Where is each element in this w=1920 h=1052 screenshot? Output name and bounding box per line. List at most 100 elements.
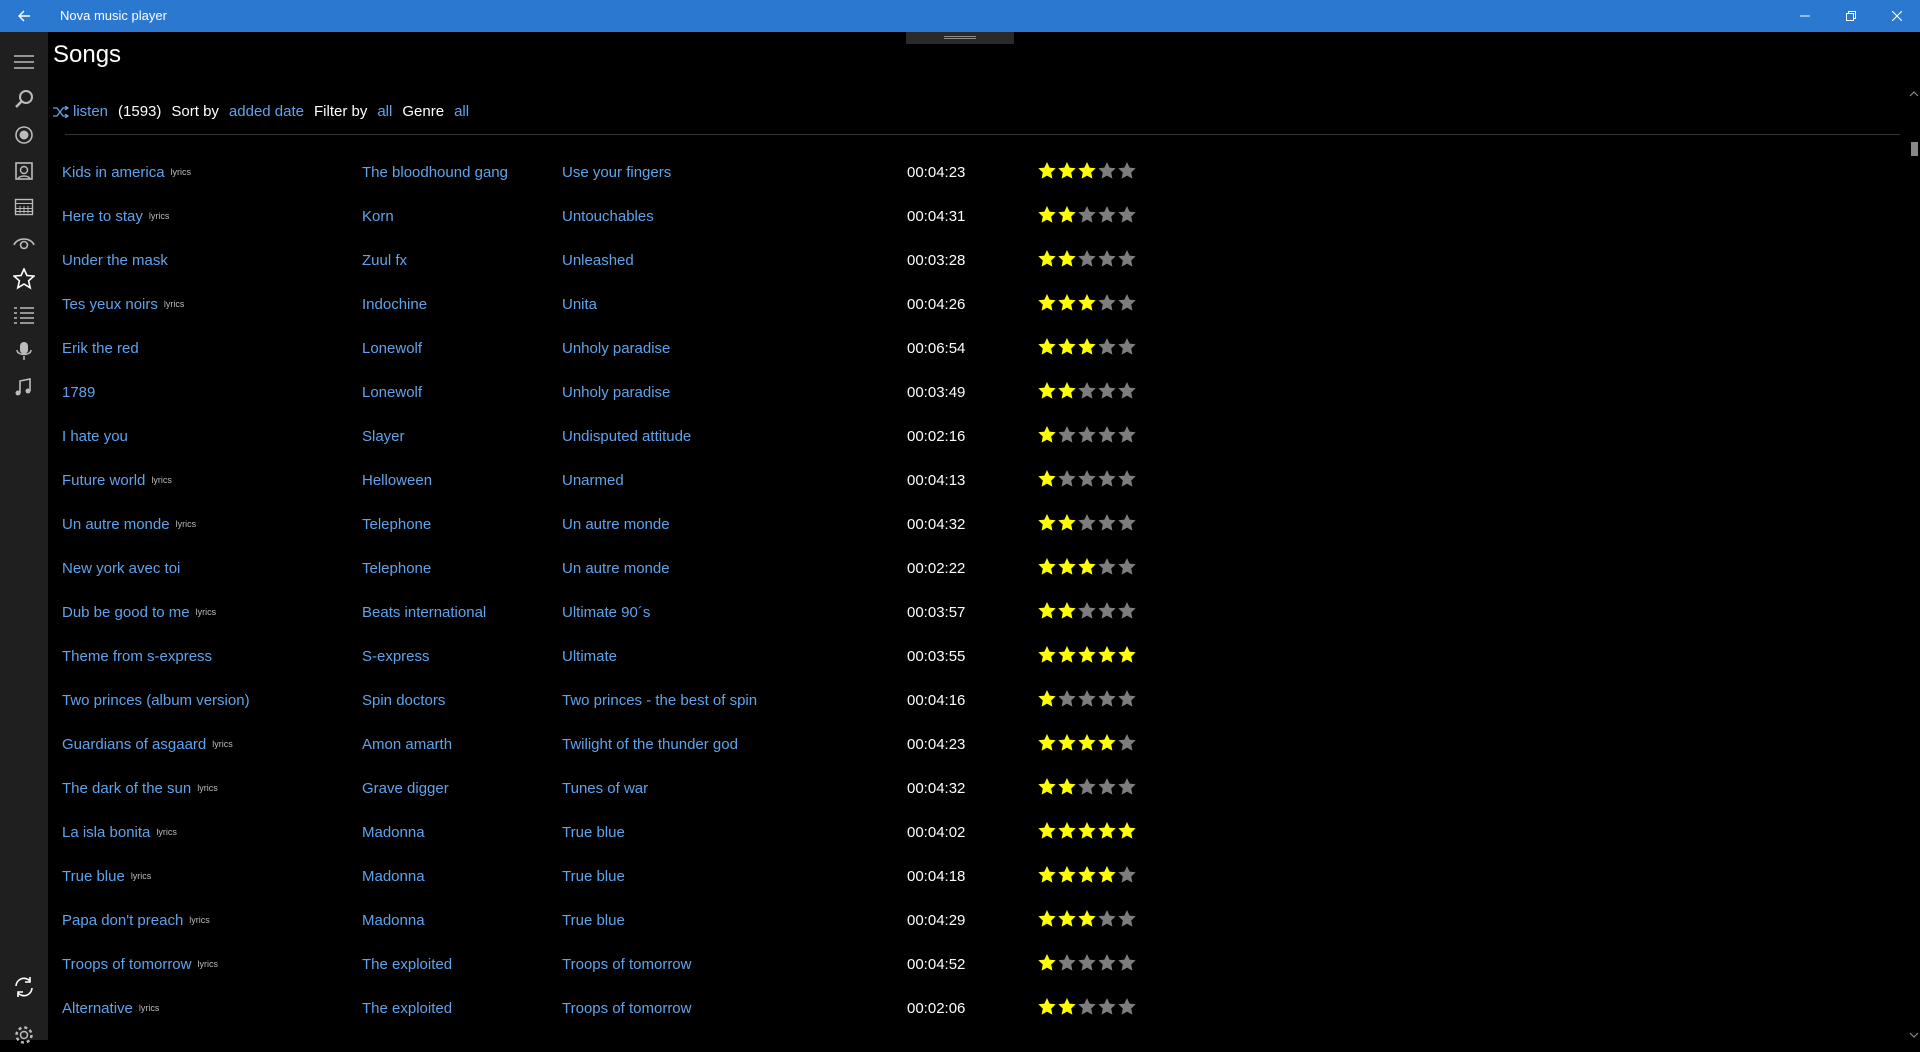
rating-stars[interactable] [1037,777,1137,801]
star-filled-icon[interactable] [1057,601,1077,621]
song-title-cell[interactable]: Troops of tomorrow lyrics [62,956,218,973]
star-empty-icon[interactable] [1097,601,1117,621]
star-filled-icon[interactable] [1037,513,1057,533]
song-row[interactable]: Papa don't preach lyrics Madonna True blue 0… [48,900,1908,944]
song-artist[interactable]: Grave digger [362,780,449,797]
star-empty-icon[interactable] [1097,909,1117,929]
song-row[interactable]: Dub be good to me lyrics Beats internation… [48,592,1908,636]
star-empty-icon[interactable] [1077,513,1097,533]
scroll-down-icon[interactable] [1908,1031,1920,1039]
star-filled-icon[interactable] [1037,381,1057,401]
rating-stars[interactable] [1037,161,1137,185]
star-filled-icon[interactable] [1057,557,1077,577]
song-title-cell[interactable]: Papa don't preach lyrics [62,912,210,929]
star-filled-icon[interactable] [1077,865,1097,885]
star-filled-icon[interactable] [1037,205,1057,225]
star-filled-icon[interactable] [1097,865,1117,885]
song-album[interactable]: Two princes - the best of spin [562,692,757,709]
star-filled-icon[interactable] [1037,557,1057,577]
song-artist[interactable]: The exploited [362,956,452,973]
song-title[interactable]: Erik the red [62,340,139,357]
rating-stars[interactable] [1037,293,1137,317]
star-filled-icon[interactable] [1077,557,1097,577]
rating-stars[interactable] [1037,865,1137,889]
song-album[interactable]: Un autre monde [562,516,670,533]
star-empty-icon[interactable] [1117,205,1137,225]
song-title[interactable]: New york avec toi [62,560,180,577]
song-album[interactable]: Unleashed [562,252,634,269]
rating-stars[interactable] [1037,425,1137,449]
filter-dropdown[interactable]: all [377,103,392,120]
star-empty-icon[interactable] [1077,469,1097,489]
star-filled-icon[interactable] [1037,645,1057,665]
star-filled-icon[interactable] [1037,689,1057,709]
rating-stars[interactable] [1037,513,1137,537]
sidebar-item-calendar[interactable] [0,190,48,224]
star-filled-icon[interactable] [1077,733,1097,753]
song-title-cell[interactable]: Under the mask [62,252,168,269]
star-empty-icon[interactable] [1077,249,1097,269]
back-button[interactable] [0,0,48,32]
star-empty-icon[interactable] [1077,381,1097,401]
star-filled-icon[interactable] [1057,733,1077,753]
star-filled-icon[interactable] [1077,161,1097,181]
star-empty-icon[interactable] [1077,689,1097,709]
rating-stars[interactable] [1037,953,1137,977]
star-empty-icon[interactable] [1097,205,1117,225]
star-empty-icon[interactable] [1117,689,1137,709]
song-title[interactable]: Troops of tomorrow [62,956,192,973]
star-filled-icon[interactable] [1057,205,1077,225]
song-row[interactable]: True blue lyrics Madonna True blue 00:04:18 [48,856,1908,900]
star-empty-icon[interactable] [1117,513,1137,533]
song-title[interactable]: La isla bonita [62,824,150,841]
song-title-cell[interactable]: Future world lyrics [62,472,172,489]
star-empty-icon[interactable] [1117,865,1137,885]
star-filled-icon[interactable] [1077,645,1097,665]
song-album[interactable]: Unita [562,296,597,313]
star-empty-icon[interactable] [1097,337,1117,357]
song-album[interactable]: Un autre monde [562,560,670,577]
shuffle-icon[interactable] [53,105,69,118]
star-filled-icon[interactable] [1037,997,1057,1017]
star-empty-icon[interactable] [1057,953,1077,973]
song-artist[interactable]: Amon amarth [362,736,452,753]
genre-dropdown[interactable]: all [454,103,469,120]
song-title-cell[interactable]: Kids in america lyrics [62,164,191,181]
song-artist[interactable]: The bloodhound gang [362,164,508,181]
star-empty-icon[interactable] [1117,293,1137,313]
star-empty-icon[interactable] [1077,777,1097,797]
star-filled-icon[interactable] [1057,293,1077,313]
song-album[interactable]: Use your fingers [562,164,671,181]
star-filled-icon[interactable] [1037,865,1057,885]
star-empty-icon[interactable] [1057,469,1077,489]
star-filled-icon[interactable] [1037,337,1057,357]
song-album[interactable]: Undisputed attitude [562,428,691,445]
song-album[interactable]: Troops of tomorrow [562,956,692,973]
song-title-cell[interactable]: Two princes (album version) [62,692,250,709]
star-empty-icon[interactable] [1057,689,1077,709]
star-empty-icon[interactable] [1077,425,1097,445]
sidebar-item-playlists[interactable] [0,298,48,332]
rating-stars[interactable] [1037,469,1137,493]
sidebar-item-search[interactable] [0,82,48,116]
song-row[interactable]: Under the mask Zuul fx Unleashed 00:03:28 [48,240,1908,284]
star-filled-icon[interactable] [1117,821,1137,841]
song-title-cell[interactable]: Tes yeux noirs lyrics [62,296,184,313]
song-title[interactable]: Future world [62,472,145,489]
star-empty-icon[interactable] [1097,381,1117,401]
star-filled-icon[interactable] [1037,601,1057,621]
rating-stars[interactable] [1037,249,1137,273]
song-title[interactable]: Kids in america [62,164,165,181]
song-title-cell[interactable]: Dub be good to me lyrics [62,604,216,621]
song-artist[interactable]: Lonewolf [362,384,422,401]
song-title-cell[interactable]: Un autre monde lyrics [62,516,196,533]
song-row[interactable]: Un autre monde lyrics Telephone Un autre mo… [48,504,1908,548]
song-title[interactable]: 1789 [62,384,95,401]
star-empty-icon[interactable] [1117,997,1137,1017]
song-row[interactable]: Theme from s-express S-express Ultimate 00:… [48,636,1908,680]
song-artist[interactable]: Helloween [362,472,432,489]
star-empty-icon[interactable] [1117,909,1137,929]
star-filled-icon[interactable] [1057,865,1077,885]
star-filled-icon[interactable] [1037,161,1057,181]
star-filled-icon[interactable] [1057,997,1077,1017]
